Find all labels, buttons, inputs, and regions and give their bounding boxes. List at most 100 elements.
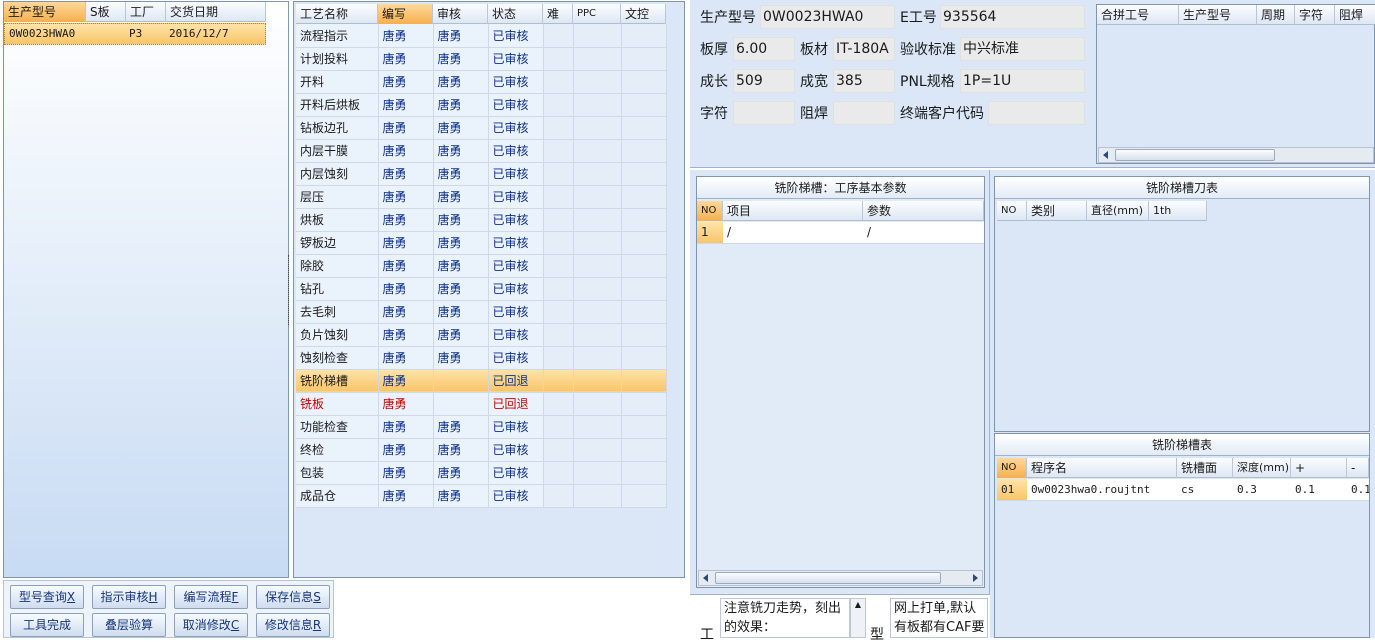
- customer-code-field[interactable]: [988, 101, 1085, 125]
- save-info-button[interactable]: 保存信息S: [256, 585, 330, 609]
- scroll-thumb[interactable]: [715, 572, 941, 584]
- char-field[interactable]: [733, 101, 795, 125]
- table-row[interactable]: 铣阶梯槽 唐勇 已回退: [296, 369, 667, 393]
- table-row[interactable]: 除胶 唐勇 唐勇 已审核: [296, 254, 667, 278]
- cell-status: 已审核: [488, 415, 544, 439]
- col-diameter[interactable]: 直径(mm): [1087, 201, 1149, 221]
- length-field[interactable]: 509: [733, 69, 795, 93]
- notes-right-text[interactable]: 网上打单,默认有板都有CAF要: [890, 598, 988, 638]
- col-program[interactable]: 程序名: [1027, 458, 1177, 478]
- merge-scrollbar[interactable]: [1098, 147, 1374, 163]
- tool-done-button[interactable]: 工具完成: [10, 613, 84, 637]
- col-minus[interactable]: -: [1347, 458, 1369, 478]
- process-panel: 工艺名称 编写 审核 状态 难 PPC 文控 流程指示 唐勇 唐勇 已审核 计划投料 唐勇…: [293, 1, 685, 578]
- col-1th[interactable]: 1th: [1149, 201, 1207, 221]
- table-row[interactable]: 蚀刻检查 唐勇 唐勇 已审核: [296, 346, 667, 370]
- table-row[interactable]: 终检 唐勇 唐勇 已审核: [296, 438, 667, 462]
- col-type[interactable]: 类别: [1027, 201, 1087, 221]
- col-item[interactable]: 项目: [723, 201, 863, 221]
- col-merge-period[interactable]: 周期: [1257, 5, 1295, 25]
- cell-writer: 唐勇: [378, 208, 434, 232]
- table-row[interactable]: 流程指示 唐勇 唐勇 已审核: [296, 24, 667, 48]
- col-plus[interactable]: +: [1291, 458, 1347, 478]
- table-row[interactable]: 0W0023HWA0 P3 2016/12/7: [4, 23, 266, 45]
- table-row[interactable]: 1 / /: [697, 222, 984, 244]
- cell-writer: 唐勇: [378, 24, 434, 48]
- table-row[interactable]: 成品仓 唐勇 唐勇 已审核: [296, 484, 667, 508]
- cell-reviewer: [433, 392, 489, 416]
- cell-ppc: [573, 47, 622, 71]
- col-writer[interactable]: 编写: [378, 4, 433, 24]
- table-row[interactable]: 内层干膜 唐勇 唐勇 已审核: [296, 139, 667, 163]
- col-no[interactable]: NO: [997, 201, 1027, 221]
- col-factory[interactable]: 工厂: [126, 2, 166, 22]
- width-field[interactable]: 385: [833, 69, 895, 93]
- table-row[interactable]: 包装 唐勇 唐勇 已审核: [296, 461, 667, 485]
- table-row[interactable]: 去毛刺 唐勇 唐勇 已审核: [296, 300, 667, 324]
- table-row[interactable]: 开料后烘板 唐勇 唐勇 已审核: [296, 93, 667, 117]
- material-field[interactable]: IT-180A: [833, 37, 895, 61]
- table-row[interactable]: 铣板 唐勇 已回退: [296, 392, 667, 416]
- scroll-thumb[interactable]: [1115, 149, 1275, 161]
- edit-info-button[interactable]: 修改信息R: [256, 613, 330, 637]
- col-merge-char[interactable]: 字符: [1295, 5, 1335, 25]
- table-row[interactable]: 层压 唐勇 唐勇 已审核: [296, 185, 667, 209]
- cell-writer: 唐勇: [378, 70, 434, 94]
- col-depth[interactable]: 深度(mm): [1233, 458, 1291, 478]
- cell-difficulty: [543, 47, 574, 71]
- splitter-handle[interactable]: [288, 255, 292, 325]
- col-reviewer[interactable]: 审核: [433, 4, 488, 24]
- stack-check-button[interactable]: 叠层验算: [92, 613, 166, 637]
- scroll-left-icon[interactable]: [1103, 151, 1108, 159]
- table-row[interactable]: 功能检查 唐勇 唐勇 已审核: [296, 415, 667, 439]
- cell-reviewer: 唐勇: [433, 300, 489, 324]
- col-model[interactable]: 生产型号: [4, 2, 86, 22]
- col-difficulty[interactable]: 难: [543, 4, 573, 24]
- table-row[interactable]: 内层蚀刻 唐勇 唐勇 已审核: [296, 162, 667, 186]
- thickness-field[interactable]: 6.00: [733, 37, 795, 61]
- notes-scroll-up-icon[interactable]: ▲: [850, 598, 866, 638]
- col-ppc[interactable]: PPC: [573, 4, 621, 24]
- step-params-scrollbar[interactable]: [698, 570, 983, 586]
- cell-writer: 唐勇: [378, 93, 434, 117]
- write-flow-button[interactable]: 编写流程F: [174, 585, 248, 609]
- notes-left-text[interactable]: 注意铣刀走势，刻出的效果：: [720, 598, 850, 638]
- col-merge-solder[interactable]: 阻焊: [1335, 5, 1375, 25]
- col-param[interactable]: 参数: [863, 201, 984, 221]
- table-row[interactable]: 01 0w0023hwa0.roujtnt cs 0.3 0.1 0.1: [997, 479, 1369, 501]
- cell-param: /: [867, 225, 872, 239]
- col-slot-side[interactable]: 铣槽面: [1177, 458, 1233, 478]
- cell-doc-control: [621, 162, 667, 186]
- solder-label: 阻焊: [800, 106, 828, 122]
- col-status[interactable]: 状态: [488, 4, 543, 24]
- col-no[interactable]: NO: [997, 458, 1027, 478]
- table-row[interactable]: 计划投料 唐勇 唐勇 已审核: [296, 47, 667, 71]
- table-row[interactable]: 锣板边 唐勇 唐勇 已审核: [296, 231, 667, 255]
- scroll-right-icon[interactable]: [973, 574, 978, 582]
- table-row[interactable]: 开料 唐勇 唐勇 已审核: [296, 70, 667, 94]
- instruction-review-button[interactable]: 指示审核H: [92, 585, 166, 609]
- model-field[interactable]: 0W0023HWA0: [760, 5, 895, 29]
- scroll-left-icon[interactable]: [703, 574, 708, 582]
- col-no[interactable]: NO: [697, 201, 723, 221]
- customer-code-label: 终端客户代码: [900, 106, 984, 122]
- col-merge-no[interactable]: 合拼工号: [1097, 5, 1179, 25]
- table-row[interactable]: 钻孔 唐勇 唐勇 已审核: [296, 277, 667, 301]
- table-row[interactable]: 负片蚀刻 唐勇 唐勇 已审核: [296, 323, 667, 347]
- col-delivery[interactable]: 交货日期: [166, 2, 266, 22]
- col-sboard[interactable]: S板: [86, 2, 126, 22]
- standard-field[interactable]: 中兴标准: [960, 37, 1085, 61]
- cancel-edit-button[interactable]: 取消修改C: [174, 613, 248, 637]
- col-process-name[interactable]: 工艺名称: [296, 4, 378, 24]
- model-query-button[interactable]: 型号查询X: [10, 585, 84, 609]
- e-number-field[interactable]: 935564: [940, 5, 1085, 29]
- col-merge-model[interactable]: 生产型号: [1179, 5, 1257, 25]
- pnl-field[interactable]: 1P=1U: [960, 69, 1085, 93]
- cell-ppc: [573, 70, 622, 94]
- col-doc-control[interactable]: 文控: [621, 4, 666, 24]
- cell-ppc: [573, 461, 622, 485]
- step-params-title: 铣阶梯槽：工序基本参数: [697, 177, 984, 199]
- table-row[interactable]: 烘板 唐勇 唐勇 已审核: [296, 208, 667, 232]
- solder-field[interactable]: [833, 101, 895, 125]
- table-row[interactable]: 钻板边孔 唐勇 唐勇 已审核: [296, 116, 667, 140]
